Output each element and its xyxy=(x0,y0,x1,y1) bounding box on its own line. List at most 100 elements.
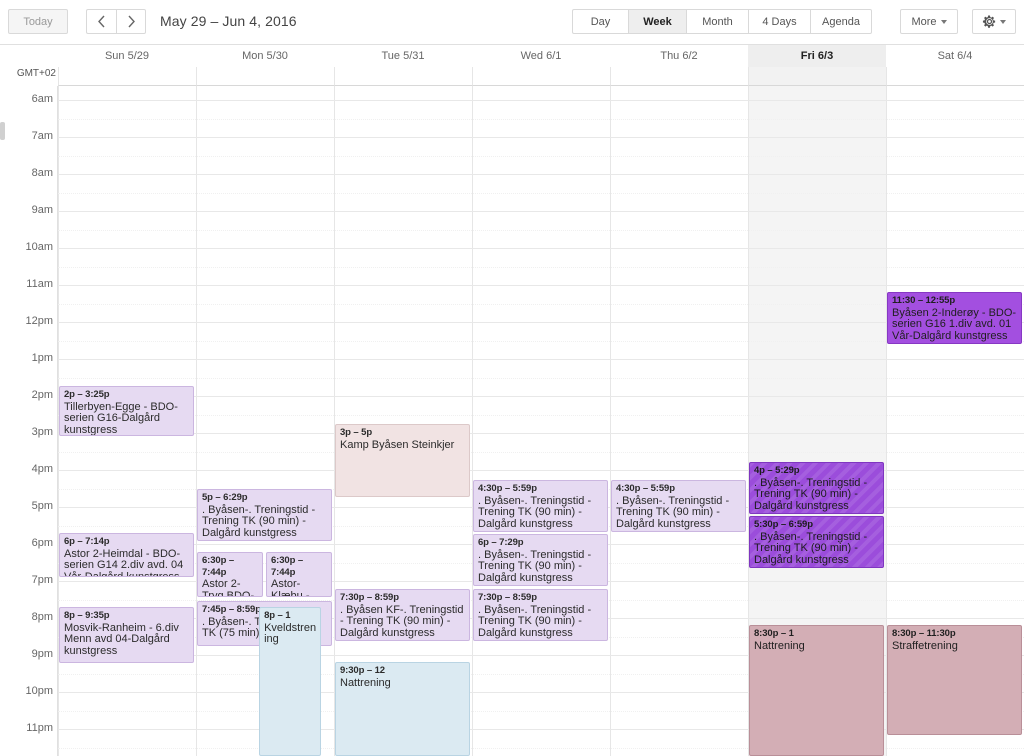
event-title: Nattrening xyxy=(754,639,805,652)
day-header-4[interactable]: Thu 6/2 xyxy=(610,45,748,68)
day-header-0[interactable]: Sun 5/29 xyxy=(58,45,196,68)
calendar-event[interactable]: 2p – 3:25p Tillerbyen-Egge - BDO-serien G… xyxy=(59,386,194,436)
event-time: 5:30p – 6:59p xyxy=(754,519,813,530)
hour-label-0: 6am xyxy=(31,93,53,105)
half-hour-gridline-4 xyxy=(58,266,1024,268)
day-header-label: Sat 6/4 xyxy=(937,50,973,62)
event-title: . Byåsen-. Treningstid - Trening TK (90 … xyxy=(478,603,592,639)
day-header-label: Wed 6/1 xyxy=(520,50,562,62)
view-tab-week[interactable]: Week xyxy=(628,9,686,34)
calendar-event[interactable]: 8:30p – 11:30p Straffetrening xyxy=(887,625,1022,735)
all-day-cell-6[interactable] xyxy=(886,67,1024,86)
all-day-cell-0[interactable] xyxy=(58,67,196,86)
day-header-3[interactable]: Wed 6/1 xyxy=(472,45,610,68)
calendar-event[interactable]: 3p – 5p Kamp Byåsen Steinkjer xyxy=(335,424,470,497)
hour-label-1: 7am xyxy=(31,130,53,142)
all-day-cell-3[interactable] xyxy=(472,67,610,86)
hour-label-4: 10am xyxy=(25,241,53,253)
event-title: . Byåsen KF-. Treningstid - Trening TK (… xyxy=(340,603,464,639)
calendar-event[interactable]: 6:30p – 7:44pAstor 2-Tryg BDO-serien 1.d… xyxy=(197,552,263,597)
calendar-event[interactable]: 6p – 7:29p. Byåsen-. Treningstid - Treni… xyxy=(473,534,608,586)
calendar-event[interactable]: 7:30p – 8:59p. Byåsen-. Treningstid - Tr… xyxy=(473,589,608,641)
all-day-cell-1[interactable] xyxy=(196,67,334,86)
previous-week-button[interactable] xyxy=(86,9,116,34)
all-day-cell-4[interactable] xyxy=(610,67,748,86)
event-time: 2p – 3:25p xyxy=(64,389,110,400)
calendar-event[interactable]: 7:30p – 8:59p. Byåsen KF-. Treningstid -… xyxy=(335,589,470,641)
day-header-label: Mon 5/30 xyxy=(242,50,288,62)
calendar-event[interactable]: 4:30p – 5:59p. Byåsen-. Treningstid - Tr… xyxy=(611,480,746,532)
day-header-2[interactable]: Tue 5/31 xyxy=(334,45,472,68)
hour-gridline-4 xyxy=(58,248,1024,249)
calendar-event[interactable]: 8p – 1 Kveldstrening xyxy=(259,607,321,756)
day-header-label: Fri 6/3 xyxy=(800,50,834,62)
hour-gridline-8 xyxy=(58,396,1024,397)
hour-label-16: 10pm xyxy=(25,685,53,697)
calendar-event[interactable]: 6p – 7:14p Astor 2-Heimdal - BDO-serien G… xyxy=(59,533,194,577)
calendar-grid: 6am 7am 8am 9am 10am 11am 12pm 1pm 2pm 3pm 4pm 5pm 6… xyxy=(0,86,1024,756)
chevron-right-icon xyxy=(127,15,135,28)
event-time: 6:30p – 7:44p xyxy=(202,555,235,578)
calendar-event[interactable]: 9:30p – 12 Nattrening xyxy=(335,662,470,756)
calendar-event[interactable]: 5:30p – 6:59p. Byåsen-. Treningstid - Tr… xyxy=(749,516,884,568)
next-week-button[interactable] xyxy=(116,9,146,34)
event-title: Kveldstrening xyxy=(264,621,317,645)
half-hour-gridline-0 xyxy=(58,118,1024,120)
settings-button[interactable] xyxy=(972,9,1016,34)
day-header-1[interactable]: Mon 5/30 xyxy=(196,45,334,68)
day-header-row: Sun 5/29 Mon 5/30 Tue 5/31 Wed 6/1 Thu 6/2 Fr… xyxy=(0,45,1024,86)
chevron-down-icon xyxy=(940,19,947,24)
event-time: 11:30 – 12:55p xyxy=(892,295,956,306)
gear-icon xyxy=(982,15,996,28)
event-title: . Byåsen-. Treningstid - Trening TK (90 … xyxy=(478,494,592,530)
hour-label-8: 2pm xyxy=(31,389,53,401)
hour-label-5: 11am xyxy=(26,278,53,290)
half-hour-gridline-9 xyxy=(58,451,1024,453)
all-day-cell-2[interactable] xyxy=(334,67,472,86)
vertical-scrollbar-thumb[interactable] xyxy=(0,122,5,140)
event-time: 8p – 1 xyxy=(264,610,291,621)
event-time: 4p – 5:29p xyxy=(754,465,800,476)
date-range-title: May 29 – Jun 4, 2016 xyxy=(160,13,297,29)
event-time: 4:30p – 5:59p xyxy=(478,483,537,494)
view-tab-day[interactable]: Day xyxy=(572,9,628,34)
hour-gridline-1 xyxy=(58,137,1024,138)
calendar-event[interactable]: 11:30 – 12:55p Byåsen 2-Inderøy - BDO-ser… xyxy=(887,292,1022,344)
event-title: Astor 2-Tryg BDO-serien 1.div avd. 05 xyxy=(202,578,255,597)
hour-label-7: 1pm xyxy=(31,352,53,364)
all-day-cell-5[interactable] xyxy=(748,67,886,86)
view-tab-agenda[interactable]: Agenda xyxy=(810,9,872,34)
half-hour-gridline-1 xyxy=(58,155,1024,157)
top-toolbar: Today May 29 – Jun 4, 2016 Day Week Mont… xyxy=(0,0,1024,45)
today-button[interactable]: Today xyxy=(8,9,68,34)
view-tab-4-days[interactable]: 4 Days xyxy=(748,9,810,34)
event-time: 8p – 9:35p xyxy=(64,610,110,621)
hour-label-2: 8am xyxy=(31,167,53,179)
day-header-label: Tue 5/31 xyxy=(381,50,425,62)
half-hour-gridline-3 xyxy=(58,229,1024,231)
day-header-5[interactable]: Fri 6/3 xyxy=(748,45,886,68)
calendar-event[interactable]: 5p – 6:29p. Byåsen-. Treningstid - Treni… xyxy=(197,489,332,541)
more-button[interactable]: More xyxy=(900,9,958,34)
day-header-6[interactable]: Sat 6/4 xyxy=(886,45,1024,68)
half-hour-gridline-8 xyxy=(58,414,1024,416)
hour-gridline-6 xyxy=(58,322,1024,323)
day-columns: 2p – 3:25p Tillerbyen-Egge - BDO-serien G… xyxy=(58,86,1024,756)
hour-gridline-7 xyxy=(58,359,1024,360)
event-title: . Byåsen-. Treningstid - Trening TK (90 … xyxy=(478,548,592,584)
hour-label-6: 12pm xyxy=(25,315,53,327)
event-title: . Byåsen-. Treningstid - Trening TK (90 … xyxy=(202,503,316,539)
event-title: Byåsen 2-Inderøy - BDO-serien G16 1.div … xyxy=(892,306,1017,342)
event-time: 5p – 6:29p xyxy=(202,492,248,503)
event-title: . Byåsen-. Treningstid - Trening TK (90 … xyxy=(754,476,868,512)
calendar-event[interactable]: 8p – 9:35p Mosvik-Ranheim - 6.div Menn av… xyxy=(59,607,194,663)
event-title: . Byåsen-. Treningstid - Trening TK (90 … xyxy=(616,494,730,530)
hour-gutter: 6am 7am 8am 9am 10am 11am 12pm 1pm 2pm 3pm 4pm 5pm 6… xyxy=(0,86,58,756)
view-tab-month[interactable]: Month xyxy=(686,9,748,34)
half-hour-gridline-6 xyxy=(58,340,1024,342)
calendar-event[interactable]: 4:30p – 5:59p. Byåsen-. Treningstid - Tr… xyxy=(473,480,608,532)
calendar-event[interactable]: 6:30p – 7:44pAstor-Klæbu - BDO-serien xyxy=(266,552,332,597)
calendar-event[interactable]: 4p – 5:29p. Byåsen-. Treningstid - Treni… xyxy=(749,462,884,514)
event-time: 9:30p – 12 xyxy=(340,665,385,676)
calendar-event[interactable]: 8:30p – 1 Nattrening xyxy=(749,625,884,756)
